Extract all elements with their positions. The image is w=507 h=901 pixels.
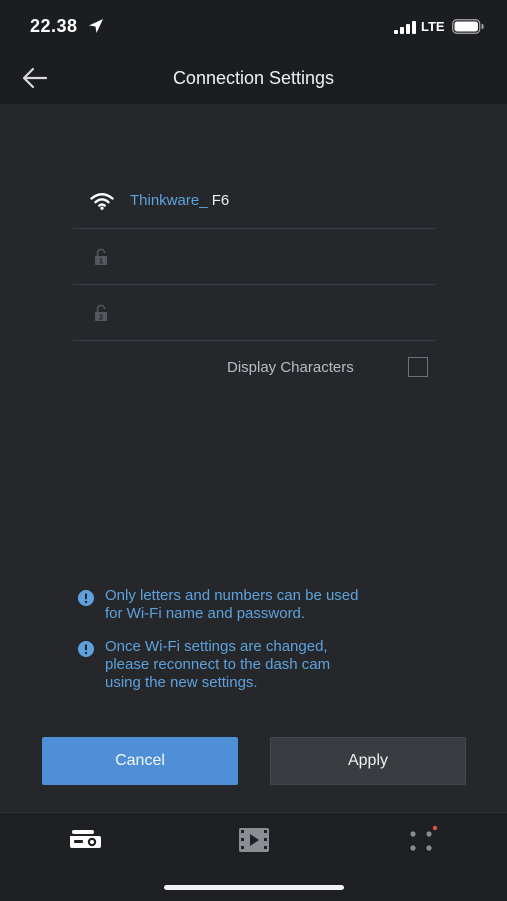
more-dots-icon[interactable] <box>405 825 439 855</box>
svg-text:2: 2 <box>99 314 104 322</box>
password-input-2[interactable] <box>125 295 429 331</box>
location-arrow-icon <box>89 19 103 33</box>
svg-text:1: 1 <box>99 258 104 266</box>
video-film-icon[interactable] <box>237 825 271 855</box>
cancel-button[interactable]: Cancel <box>42 737 238 785</box>
info-text-2: Once Wi-Fi settings are changed, please … <box>105 638 331 691</box>
wifi-icon <box>90 193 114 210</box>
notification-badge <box>432 825 438 831</box>
display-characters-label: Display Characters <box>227 359 354 376</box>
signal-bars-icon <box>394 21 416 34</box>
info-icon <box>78 641 94 657</box>
ssid-prefix: Thinkware_ <box>130 192 208 209</box>
status-bar: 22.38 LTE <box>0 0 507 54</box>
apply-button[interactable]: Apply <box>270 737 466 785</box>
info-text-1: Only letters and numbers can be used for… <box>105 587 359 622</box>
nav-bar: Connection Settings <box>0 54 507 104</box>
info-icon <box>78 590 94 606</box>
battery-icon <box>452 19 484 34</box>
ssid-suffix: F6 <box>207 192 230 209</box>
display-characters-checkbox[interactable] <box>408 357 428 377</box>
home-indicator <box>164 885 344 890</box>
network-type: LTE <box>421 19 445 34</box>
password-row-2: 2 <box>73 285 435 341</box>
ssid-row[interactable]: Thinkware_ F6 <box>73 173 435 229</box>
dashcam-icon[interactable] <box>68 825 102 855</box>
password-input-1[interactable] <box>125 239 429 275</box>
page-title: Connection Settings <box>172 68 335 88</box>
password-row-1: 1 <box>73 229 435 285</box>
status-time: 22.38 <box>30 16 78 36</box>
lock-1-icon: 1 <box>95 248 107 266</box>
ssid-name: Thinkware_ F6 <box>130 192 229 209</box>
lock-2-icon: 2 <box>95 304 107 322</box>
